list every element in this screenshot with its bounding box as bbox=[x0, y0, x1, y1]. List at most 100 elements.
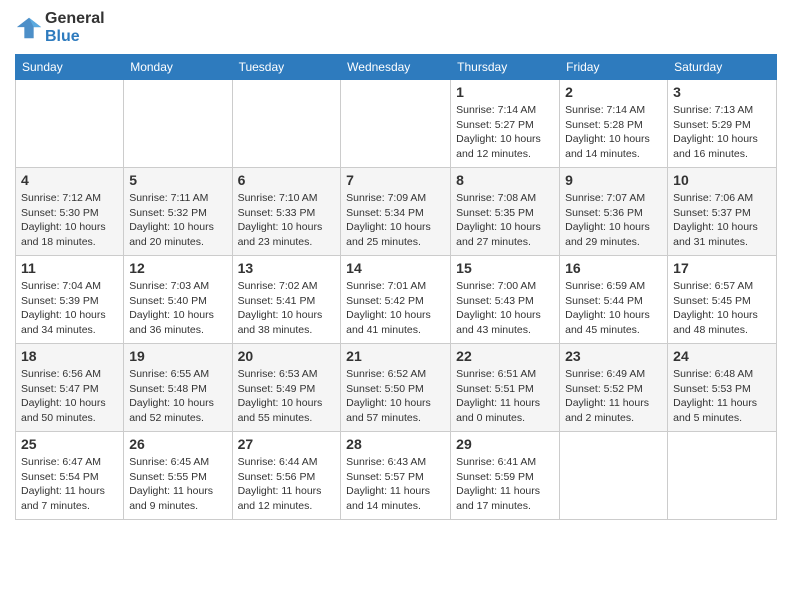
day-info: Sunrise: 7:06 AM Sunset: 5:37 PM Dayligh… bbox=[673, 191, 771, 250]
day-info: Sunrise: 7:14 AM Sunset: 5:28 PM Dayligh… bbox=[565, 103, 662, 162]
day-info: Sunrise: 7:11 AM Sunset: 5:32 PM Dayligh… bbox=[129, 191, 226, 250]
day-number: 6 bbox=[238, 172, 336, 188]
day-info: Sunrise: 6:49 AM Sunset: 5:52 PM Dayligh… bbox=[565, 367, 662, 426]
day-number: 29 bbox=[456, 436, 554, 452]
day-cell: 22 Sunrise: 6:51 AM Sunset: 5:51 PM Dayli… bbox=[451, 344, 560, 432]
day-number: 27 bbox=[238, 436, 336, 452]
day-number: 2 bbox=[565, 84, 662, 100]
col-header-friday: Friday bbox=[560, 55, 668, 80]
col-header-saturday: Saturday bbox=[668, 55, 777, 80]
day-cell: 8 Sunrise: 7:08 AM Sunset: 5:35 PM Daylig… bbox=[451, 168, 560, 256]
day-number: 10 bbox=[673, 172, 771, 188]
day-info: Sunrise: 7:10 AM Sunset: 5:33 PM Dayligh… bbox=[238, 191, 336, 250]
logo: General Blue bbox=[15, 10, 105, 46]
week-row-3: 11 Sunrise: 7:04 AM Sunset: 5:39 PM Dayli… bbox=[16, 256, 777, 344]
day-cell: 6 Sunrise: 7:10 AM Sunset: 5:33 PM Daylig… bbox=[232, 168, 341, 256]
day-info: Sunrise: 6:53 AM Sunset: 5:49 PM Dayligh… bbox=[238, 367, 336, 426]
day-info: Sunrise: 6:43 AM Sunset: 5:57 PM Dayligh… bbox=[346, 455, 445, 514]
logo-icon bbox=[15, 14, 43, 42]
day-cell: 9 Sunrise: 7:07 AM Sunset: 5:36 PM Daylig… bbox=[560, 168, 668, 256]
day-info: Sunrise: 7:14 AM Sunset: 5:27 PM Dayligh… bbox=[456, 103, 554, 162]
day-cell: 15 Sunrise: 7:00 AM Sunset: 5:43 PM Dayli… bbox=[451, 256, 560, 344]
day-number: 4 bbox=[21, 172, 118, 188]
day-info: Sunrise: 6:48 AM Sunset: 5:53 PM Dayligh… bbox=[673, 367, 771, 426]
day-info: Sunrise: 7:12 AM Sunset: 5:30 PM Dayligh… bbox=[21, 191, 118, 250]
week-row-4: 18 Sunrise: 6:56 AM Sunset: 5:47 PM Dayli… bbox=[16, 344, 777, 432]
day-info: Sunrise: 6:47 AM Sunset: 5:54 PM Dayligh… bbox=[21, 455, 118, 514]
day-cell: 23 Sunrise: 6:49 AM Sunset: 5:52 PM Dayli… bbox=[560, 344, 668, 432]
header-row: SundayMondayTuesdayWednesdayThursdayFrid… bbox=[16, 55, 777, 80]
day-cell: 13 Sunrise: 7:02 AM Sunset: 5:41 PM Dayli… bbox=[232, 256, 341, 344]
day-number: 8 bbox=[456, 172, 554, 188]
day-number: 15 bbox=[456, 260, 554, 276]
day-cell: 12 Sunrise: 7:03 AM Sunset: 5:40 PM Dayli… bbox=[124, 256, 232, 344]
day-info: Sunrise: 7:00 AM Sunset: 5:43 PM Dayligh… bbox=[456, 279, 554, 338]
day-info: Sunrise: 6:51 AM Sunset: 5:51 PM Dayligh… bbox=[456, 367, 554, 426]
day-number: 11 bbox=[21, 260, 118, 276]
day-cell: 28Sunrise: 6:43 AM Sunset: 5:57 PM Dayli… bbox=[341, 432, 451, 520]
day-cell bbox=[341, 80, 451, 168]
day-info: Sunrise: 6:44 AM Sunset: 5:56 PM Dayligh… bbox=[238, 455, 336, 514]
day-number: 23 bbox=[565, 348, 662, 364]
day-cell: 2 Sunrise: 7:14 AM Sunset: 5:28 PM Daylig… bbox=[560, 80, 668, 168]
day-number: 21 bbox=[346, 348, 445, 364]
day-cell: 24 Sunrise: 6:48 AM Sunset: 5:53 PM Dayli… bbox=[668, 344, 777, 432]
week-row-5: 25 Sunrise: 6:47 AM Sunset: 5:54 PM Dayli… bbox=[16, 432, 777, 520]
day-number: 5 bbox=[129, 172, 226, 188]
page-header: General Blue bbox=[15, 10, 777, 46]
day-cell: 26 Sunrise: 6:45 AM Sunset: 5:55 PM Dayli… bbox=[124, 432, 232, 520]
day-number: 14 bbox=[346, 260, 445, 276]
day-number: 12 bbox=[129, 260, 226, 276]
day-info: Sunrise: 7:04 AM Sunset: 5:39 PM Dayligh… bbox=[21, 279, 118, 338]
day-number: 16 bbox=[565, 260, 662, 276]
day-number: 1 bbox=[456, 84, 554, 100]
day-info: Sunrise: 6:52 AM Sunset: 5:50 PM Dayligh… bbox=[346, 367, 445, 426]
day-info: Sunrise: 6:55 AM Sunset: 5:48 PM Dayligh… bbox=[129, 367, 226, 426]
day-number: 24 bbox=[673, 348, 771, 364]
day-cell bbox=[16, 80, 124, 168]
day-cell: 3 Sunrise: 7:13 AM Sunset: 5:29 PM Daylig… bbox=[668, 80, 777, 168]
col-header-wednesday: Wednesday bbox=[341, 55, 451, 80]
day-info: Sunrise: 7:08 AM Sunset: 5:35 PM Dayligh… bbox=[456, 191, 554, 250]
day-number: 17 bbox=[673, 260, 771, 276]
day-number: 22 bbox=[456, 348, 554, 364]
day-number: 9 bbox=[565, 172, 662, 188]
week-row-2: 4 Sunrise: 7:12 AM Sunset: 5:30 PM Daylig… bbox=[16, 168, 777, 256]
day-cell bbox=[560, 432, 668, 520]
logo-text: General Blue bbox=[45, 10, 105, 46]
day-info: Sunrise: 6:41 AM Sunset: 5:59 PM Dayligh… bbox=[456, 455, 554, 514]
day-number: 7 bbox=[346, 172, 445, 188]
day-cell: 17Sunrise: 6:57 AM Sunset: 5:45 PM Dayli… bbox=[668, 256, 777, 344]
day-number: 3 bbox=[673, 84, 771, 100]
day-cell: 16 Sunrise: 6:59 AM Sunset: 5:44 PM Dayli… bbox=[560, 256, 668, 344]
day-cell: 29 Sunrise: 6:41 AM Sunset: 5:59 PM Dayli… bbox=[451, 432, 560, 520]
day-info: Sunrise: 7:13 AM Sunset: 5:29 PM Dayligh… bbox=[673, 103, 771, 162]
day-cell: 20 Sunrise: 6:53 AM Sunset: 5:49 PM Dayli… bbox=[232, 344, 341, 432]
day-info: Sunrise: 6:45 AM Sunset: 5:55 PM Dayligh… bbox=[129, 455, 226, 514]
day-cell: 21 Sunrise: 6:52 AM Sunset: 5:50 PM Dayli… bbox=[341, 344, 451, 432]
day-number: 19 bbox=[129, 348, 226, 364]
day-cell: 27 Sunrise: 6:44 AM Sunset: 5:56 PM Dayli… bbox=[232, 432, 341, 520]
day-number: 20 bbox=[238, 348, 336, 364]
col-header-thursday: Thursday bbox=[451, 55, 560, 80]
day-info: Sunrise: 6:59 AM Sunset: 5:44 PM Dayligh… bbox=[565, 279, 662, 338]
day-cell: 14 Sunrise: 7:01 AM Sunset: 5:42 PM Dayli… bbox=[341, 256, 451, 344]
col-header-monday: Monday bbox=[124, 55, 232, 80]
day-number: 13 bbox=[238, 260, 336, 276]
week-row-1: 1 Sunrise: 7:14 AM Sunset: 5:27 PM Daylig… bbox=[16, 80, 777, 168]
day-number: 26 bbox=[129, 436, 226, 452]
day-cell: 11 Sunrise: 7:04 AM Sunset: 5:39 PM Dayli… bbox=[16, 256, 124, 344]
day-number: 18 bbox=[21, 348, 118, 364]
day-cell: 10 Sunrise: 7:06 AM Sunset: 5:37 PM Dayli… bbox=[668, 168, 777, 256]
day-info: Sunrise: 6:56 AM Sunset: 5:47 PM Dayligh… bbox=[21, 367, 118, 426]
day-cell: 25 Sunrise: 6:47 AM Sunset: 5:54 PM Dayli… bbox=[16, 432, 124, 520]
day-info: Sunrise: 7:09 AM Sunset: 5:34 PM Dayligh… bbox=[346, 191, 445, 250]
day-info: Sunrise: 7:01 AM Sunset: 5:42 PM Dayligh… bbox=[346, 279, 445, 338]
day-info: Sunrise: 7:03 AM Sunset: 5:40 PM Dayligh… bbox=[129, 279, 226, 338]
day-info: Sunrise: 7:02 AM Sunset: 5:41 PM Dayligh… bbox=[238, 279, 336, 338]
day-cell: 4 Sunrise: 7:12 AM Sunset: 5:30 PM Daylig… bbox=[16, 168, 124, 256]
calendar-table: SundayMondayTuesdayWednesdayThursdayFrid… bbox=[15, 54, 777, 520]
day-number: 25 bbox=[21, 436, 118, 452]
day-info: Sunrise: 7:07 AM Sunset: 5:36 PM Dayligh… bbox=[565, 191, 662, 250]
day-cell: 19 Sunrise: 6:55 AM Sunset: 5:48 PM Dayli… bbox=[124, 344, 232, 432]
